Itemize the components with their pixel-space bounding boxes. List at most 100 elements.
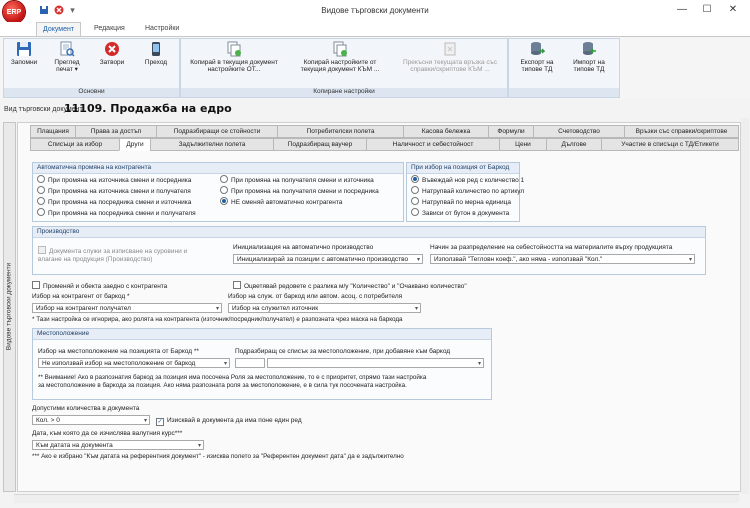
- barcode-option[interactable]: Натрупвай количество по артикул: [411, 186, 524, 195]
- tab-debts[interactable]: Дългове: [546, 138, 602, 151]
- auto-change-option[interactable]: НЕ сменяй автоматично контрагента: [220, 197, 342, 206]
- option-label: НЕ сменяй автоматично контрагента: [231, 199, 343, 206]
- tab-edit[interactable]: Редакция: [88, 22, 131, 36]
- tab-other[interactable]: Други: [119, 138, 151, 151]
- init-select[interactable]: Инициализирай за позиции с автоматично п…: [233, 254, 423, 264]
- auto-change-option[interactable]: При промяна на посредника смени и получа…: [37, 208, 196, 217]
- chevron-down-icon: ▾: [223, 361, 227, 367]
- break-link-button[interactable]: Прекъсни текущата връзка със справки/скр…: [398, 41, 502, 73]
- auto-change-option[interactable]: При промяна на източника смени и посредн…: [37, 175, 191, 184]
- copy-to-label: Копирай настройките от текущия документ …: [300, 59, 380, 73]
- contractor-barcode-select[interactable]: Избор на контрагент получател ▾: [32, 303, 222, 313]
- option-label: Натрупвай по мерна единица: [422, 199, 511, 206]
- tab-default-voucher[interactable]: Подразбиращ ваучер: [273, 138, 367, 151]
- color-diff-checkbox[interactable]: Оцветявай редовете с разлика м/у "Количе…: [233, 281, 467, 290]
- tab-settings[interactable]: Настройки: [139, 22, 185, 36]
- tab-receipt[interactable]: Касова бележка: [403, 125, 489, 138]
- allowed-qty-label: Допустими количества в документа: [32, 405, 140, 412]
- cost-select[interactable]: Използвай "Тегловн коеф.", ако няма - из…: [430, 254, 695, 264]
- barcode-option[interactable]: Въвеждай нов ред с количество 1: [411, 175, 524, 184]
- location-list-select[interactable]: ▾: [267, 358, 484, 368]
- copy-from-icon: [226, 41, 242, 57]
- radio-icon: [37, 186, 45, 194]
- ribbon-group-copy-label: Копиране настройки: [181, 88, 507, 97]
- break-link-icon: [442, 41, 458, 57]
- copy-to-button[interactable]: Копирай настройките от текущия документ …: [292, 41, 388, 73]
- tab-formulas[interactable]: Формули: [488, 125, 534, 138]
- tab-report-links[interactable]: Връзки със справки/скриптове: [624, 125, 739, 138]
- quick-access-dropdown-icon[interactable]: ▾: [67, 5, 78, 16]
- chevron-down-icon: ▾: [143, 418, 147, 424]
- tab-default-values[interactable]: Подразбиращи се стойности: [156, 125, 278, 138]
- import-types-button[interactable]: Импорт на типове ТД: [564, 41, 614, 73]
- app-logo[interactable]: ERP: [3, 1, 25, 23]
- option-label: При промяна на източника смени и получат…: [48, 188, 191, 195]
- location-list-code-input[interactable]: [235, 358, 265, 368]
- barcode-option[interactable]: Натрупвай по мерна единица: [411, 197, 511, 206]
- tab-required-fields[interactable]: Задължителни полета: [150, 138, 274, 151]
- option-label: Зависи от бутон в документа: [422, 210, 510, 217]
- ribbon-group-basic-label: Основни: [4, 88, 179, 97]
- remember-button[interactable]: Запомни: [6, 41, 42, 66]
- tab-lists-labels[interactable]: Участие в списъци с ТД/Етикети: [601, 138, 739, 151]
- employee-value: Избор на служител източник: [232, 305, 319, 312]
- location-select-label: Избор на местоположение на позицията от …: [38, 348, 199, 355]
- tab-document[interactable]: Документ: [36, 22, 82, 37]
- tab-payments[interactable]: Плащания: [30, 125, 76, 138]
- location-title: Местоположение: [33, 329, 491, 340]
- export-types-button[interactable]: Експорт на типове ТД: [512, 41, 562, 73]
- vertical-scrollbar[interactable]: [741, 118, 749, 494]
- database-import-icon: [581, 41, 597, 57]
- option-label: Натрупвай количество по артикул: [422, 188, 525, 195]
- tab-accounting[interactable]: Счетоводство: [533, 125, 625, 138]
- export-types-label: Експорт на типове ТД: [520, 59, 554, 73]
- location-select[interactable]: Не използвай избор на местоположение от …: [38, 358, 230, 368]
- chevron-down-icon: ▾: [197, 443, 201, 449]
- init-select-value: Инициализирай за позиции с автоматично п…: [237, 256, 409, 263]
- database-export-icon: [529, 41, 546, 57]
- radio-icon: [411, 186, 419, 194]
- allowed-qty-select[interactable]: Кол. > 0 ▾: [32, 415, 150, 425]
- chevron-down-icon: ▾: [416, 257, 420, 263]
- tab-access-rights[interactable]: Права за достъп: [75, 125, 157, 138]
- date-rate-label: Дата, към която да се изчислява валутния…: [32, 430, 183, 437]
- option-label: При промяна на източника смени и посредн…: [48, 177, 192, 184]
- close-doc-button[interactable]: Затвори: [94, 41, 130, 66]
- radio-icon: [220, 175, 228, 183]
- location-note-2: за местоположение в баркода за позиция. …: [38, 382, 407, 389]
- barcode-option[interactable]: Зависи от бутон в документа: [411, 208, 509, 217]
- auto-change-option[interactable]: При промяна на посредника смени и източн…: [37, 197, 191, 206]
- close-quick-icon[interactable]: [53, 5, 64, 16]
- window-title: Видове търговски документи: [321, 6, 429, 15]
- minimize-button[interactable]: —: [670, 2, 694, 18]
- date-rate-note: *** Ако е избрано "Към датата на референ…: [32, 453, 404, 460]
- transition-button[interactable]: Преход: [138, 41, 174, 66]
- tab-prices[interactable]: Цени: [499, 138, 547, 151]
- employee-select[interactable]: Избор на служител източник ▾: [228, 303, 421, 313]
- tab-stock-cost[interactable]: Наличност и себестойност: [366, 138, 500, 151]
- close-button[interactable]: ✕: [721, 2, 745, 18]
- print-preview-button[interactable]: Преглед печат ▾: [46, 41, 88, 73]
- title-bar: Видове търговски документи: [0, 0, 750, 22]
- option-label: При промяна на получателя смени и посред…: [231, 188, 379, 195]
- horizontal-scrollbar[interactable]: [14, 494, 739, 503]
- radio-selected-icon: [411, 175, 419, 183]
- auto-change-option[interactable]: При промяна на получателя смени и източн…: [220, 175, 374, 184]
- side-panel[interactable]: Видове търговски документи: [3, 122, 16, 492]
- copy-from-button[interactable]: Копирай в текущия документ настройките О…: [186, 41, 282, 73]
- radio-selected-icon: [220, 197, 228, 205]
- note-contractor: * Тази настройка се игнорира, ако ролята…: [32, 316, 403, 323]
- contractor-barcode-value: Избор на контрагент получател: [36, 305, 131, 312]
- change-object-checkbox[interactable]: Променяй и обекта заедно с контрагента: [32, 281, 167, 290]
- auto-change-option[interactable]: При промяна на получателя смени и посред…: [220, 186, 379, 195]
- require-row-checkbox[interactable]: ✓ Изисквай в документа да има поне един р…: [156, 416, 302, 426]
- date-rate-select[interactable]: Към датата на документа ▾: [32, 440, 204, 450]
- tab-selection-lists[interactable]: Списъци за избор: [30, 138, 120, 151]
- save-quick-icon[interactable]: [38, 5, 49, 16]
- auto-change-option[interactable]: При промяна на източника смени и получат…: [37, 186, 191, 195]
- employee-label: Избор на служ. от баркод или автом. асоц…: [228, 293, 403, 300]
- radio-icon: [411, 197, 419, 205]
- tab-user-fields[interactable]: Потребителски полета: [277, 125, 404, 138]
- maximize-button[interactable]: ☐: [695, 2, 719, 18]
- production-checkbox[interactable]: Документа служи за изписване на суровини…: [38, 246, 208, 264]
